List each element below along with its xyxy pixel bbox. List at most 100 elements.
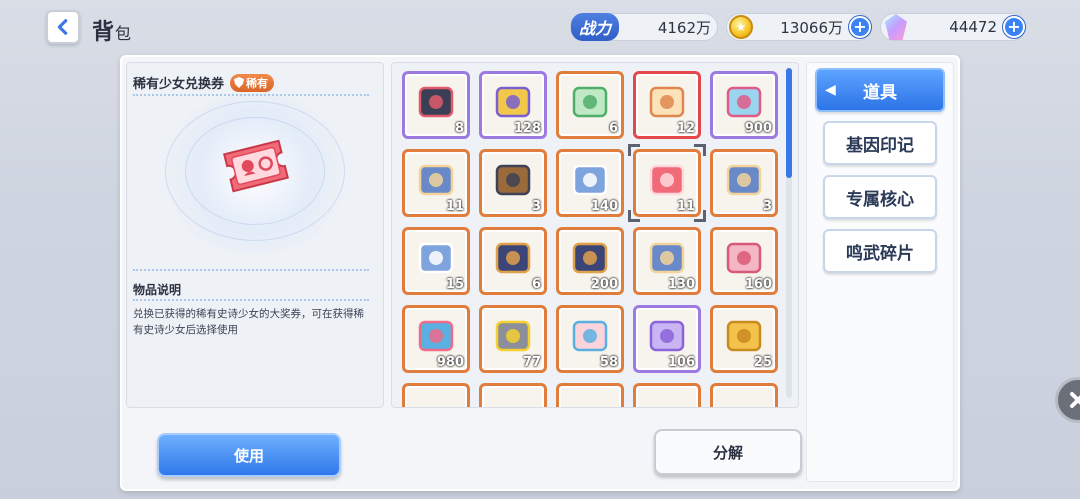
gem-stat: 44472 + xyxy=(880,13,1026,41)
gold-can-icon xyxy=(495,86,531,118)
inventory-slot[interactable]: 160 xyxy=(710,227,778,295)
inventory-scrollbar[interactable] xyxy=(786,68,792,398)
item-count: 128 xyxy=(513,121,541,136)
pink-ticket-icon xyxy=(649,164,685,196)
item-count: 900 xyxy=(744,121,772,136)
item-title-row: 稀有少女兑换券 稀有 xyxy=(133,73,275,92)
item-count: 25 xyxy=(753,355,772,370)
winged-box-icon xyxy=(572,164,608,196)
inventory-slot[interactable]: 8 xyxy=(402,71,470,139)
combat-power-label: 战力 xyxy=(571,13,620,41)
gem-icon xyxy=(885,14,907,40)
gold-coin-icon: ★ xyxy=(729,15,753,39)
category-tabs: ◀ 道具 基因印记 专属核心 鸣武碎片 xyxy=(806,62,954,482)
item-count: 6 xyxy=(531,277,541,292)
side-close-button[interactable] xyxy=(1055,377,1080,423)
inventory-slot[interactable]: 6 xyxy=(479,227,547,295)
green-orb-icon xyxy=(572,86,608,118)
inventory-slot[interactable]: 106 xyxy=(633,305,701,373)
blue-box-icon xyxy=(726,164,762,196)
use-button[interactable]: 使用 xyxy=(157,433,341,477)
pink-bag-icon xyxy=(726,242,762,274)
divider xyxy=(133,269,369,271)
dark-can-icon xyxy=(418,86,454,118)
item-count: 11 xyxy=(676,199,695,214)
cream-orb-icon xyxy=(649,86,685,118)
item-count: 160 xyxy=(744,277,772,292)
inventory-slot[interactable] xyxy=(556,383,624,407)
rarity-badge: 稀有 xyxy=(230,73,275,92)
combat-power-value: 4162万 xyxy=(657,18,711,37)
item-count: 77 xyxy=(522,355,541,370)
item-count: 8 xyxy=(454,121,464,136)
inventory-slot[interactable]: 15 xyxy=(402,227,470,295)
description-heading: 物品说明 xyxy=(133,283,182,297)
gold-value: 13066万 xyxy=(780,18,843,37)
divider xyxy=(133,94,369,96)
selection-corner xyxy=(628,210,640,222)
inventory-slot[interactable]: 200 xyxy=(556,227,624,295)
item-count: 12 xyxy=(676,121,695,136)
item-count: 140 xyxy=(590,199,618,214)
item-count: 58 xyxy=(599,355,618,370)
add-gem-button[interactable]: + xyxy=(1003,16,1025,38)
item-detail-panel: 稀有少女兑换券 稀有 物品说明 兑换已获得的稀有史诗少女的大奖券，可在获得稀有史… xyxy=(126,62,384,408)
inventory-slot[interactable] xyxy=(479,383,547,407)
inventory-slot[interactable]: 3 xyxy=(710,149,778,217)
tab-weapon-shards[interactable]: 鸣武碎片 xyxy=(823,229,937,273)
tab-items[interactable]: ◀ 道具 xyxy=(815,68,945,112)
navy-chest-icon xyxy=(495,242,531,274)
inventory-slot[interactable]: 11 xyxy=(633,149,701,217)
inventory-slot[interactable]: 25 xyxy=(710,305,778,373)
selection-corner xyxy=(628,144,640,156)
item-count: 130 xyxy=(667,277,695,292)
combat-power-stat: 战力 4162万 xyxy=(570,13,718,41)
back-button[interactable] xyxy=(46,10,80,44)
gold-card-icon xyxy=(726,320,762,352)
caret-left-icon: ◀ xyxy=(825,82,836,98)
inventory-slot[interactable]: 130 xyxy=(633,227,701,295)
close-icon xyxy=(1070,392,1080,408)
selection-corner xyxy=(694,210,706,222)
dna-icon xyxy=(726,86,762,118)
item-count: 11 xyxy=(445,199,464,214)
inventory-slot[interactable]: 58 xyxy=(556,305,624,373)
item-count: 200 xyxy=(590,277,618,292)
scroll-thumb[interactable] xyxy=(786,68,792,178)
shirt-ticket-icon xyxy=(572,320,608,352)
inventory-slot[interactable]: 6 xyxy=(556,71,624,139)
gem-value: 44472 xyxy=(949,18,997,36)
shield-icon xyxy=(234,77,245,88)
inventory-slot[interactable]: 12 xyxy=(633,71,701,139)
item-count: 106 xyxy=(667,355,695,370)
page-title: 背包 xyxy=(92,20,133,45)
add-gold-button[interactable]: + xyxy=(849,16,871,38)
item-count: 3 xyxy=(531,199,541,214)
inventory-slot[interactable]: 980 xyxy=(402,305,470,373)
inventory-slot[interactable]: 128 xyxy=(479,71,547,139)
item-count: 15 xyxy=(445,277,464,292)
inventory-slot[interactable]: 3 xyxy=(479,149,547,217)
inventory-slot[interactable] xyxy=(710,383,778,407)
inventory-slot[interactable] xyxy=(402,383,470,407)
inventory-slot[interactable]: 900 xyxy=(710,71,778,139)
item-count: 3 xyxy=(762,199,772,214)
inventory-slot[interactable] xyxy=(633,383,701,407)
blue-box-icon xyxy=(418,164,454,196)
item-count: 6 xyxy=(608,121,618,136)
gold-stat: ★ 13066万 + xyxy=(726,13,872,41)
item-count: 980 xyxy=(436,355,464,370)
wood-chest-icon xyxy=(495,164,531,196)
inventory-slot[interactable]: 140 xyxy=(556,149,624,217)
party-basket-icon xyxy=(418,320,454,352)
item-name: 稀有少女兑换券 xyxy=(133,77,225,92)
decompose-button[interactable]: 分解 xyxy=(654,429,802,475)
winged-box-icon xyxy=(418,242,454,274)
inventory-slot[interactable]: 77 xyxy=(479,305,547,373)
tab-gene-imprint[interactable]: 基因印记 xyxy=(823,121,937,165)
inventory-slot[interactable]: 11 xyxy=(402,149,470,217)
tab-exclusive-core[interactable]: 专属核心 xyxy=(823,175,937,219)
navy-chest-icon xyxy=(572,242,608,274)
divider xyxy=(133,299,369,301)
blue-box-icon xyxy=(649,242,685,274)
